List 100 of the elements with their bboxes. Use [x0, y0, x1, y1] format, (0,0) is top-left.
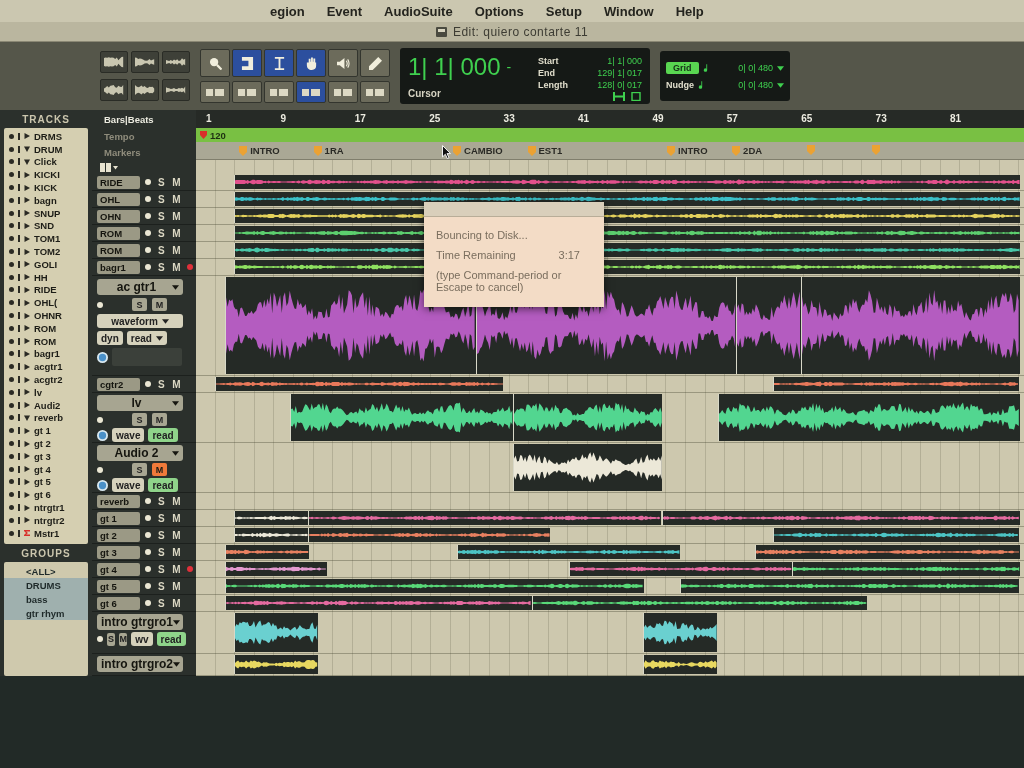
track-name-field[interactable]: gt 6	[97, 596, 141, 610]
track-name-field[interactable]: gt 4	[97, 562, 141, 576]
audio-clip[interactable]	[531, 596, 867, 610]
track-list-item[interactable]: bagr1	[34, 348, 60, 360]
audio-clip[interactable]	[457, 545, 681, 559]
grabber-tool-button[interactable]	[296, 49, 326, 77]
circle-icon[interactable]	[9, 377, 14, 383]
circle-icon[interactable]	[9, 505, 14, 510]
circle-icon[interactable]	[9, 210, 14, 216]
track-list-item[interactable]: acgtr1	[34, 361, 63, 373]
track-list-item[interactable]: SNUP	[34, 207, 61, 219]
mute-button[interactable]: M	[171, 597, 182, 609]
track-list-item[interactable]: gt 2	[34, 438, 51, 449]
track-name-field[interactable]: gt 3	[97, 545, 141, 559]
marker-icon[interactable]	[871, 145, 880, 155]
track-name-field[interactable]: ROM	[97, 226, 141, 240]
menu-item[interactable]: Help	[675, 3, 704, 19]
audio-clip[interactable]	[224, 545, 309, 559]
triangle-icon[interactable]	[24, 350, 30, 357]
circle-icon[interactable]	[9, 223, 14, 229]
marker-icon[interactable]	[667, 145, 675, 156]
circle-icon[interactable]	[9, 466, 14, 472]
mute-button[interactable]: M	[171, 210, 182, 222]
track-list-item[interactable]: KICK	[34, 182, 58, 194]
marker-label[interactable]: 2DA	[743, 145, 763, 156]
track-name-field[interactable]: OHN	[97, 209, 141, 223]
track-name-field[interactable]: ac gtr1	[97, 279, 183, 295]
track-list-item[interactable]: Click	[34, 156, 57, 168]
track-list-item[interactable]: gt 4	[34, 463, 51, 475]
marker-icon[interactable]	[732, 145, 741, 156]
marker-icon[interactable]	[313, 145, 322, 156]
triangle-icon[interactable]	[24, 312, 30, 319]
triangle-icon[interactable]	[24, 299, 30, 306]
solo-button[interactable]: S	[107, 632, 116, 646]
mute-button[interactable]: M	[171, 580, 182, 592]
track-name-field[interactable]: gt 5	[97, 579, 141, 593]
audio-clip[interactable]	[717, 394, 1020, 441]
circle-icon[interactable]	[9, 415, 14, 421]
circle-icon[interactable]	[9, 351, 14, 357]
mute-button[interactable]: M	[171, 495, 182, 507]
audio-clip[interactable]	[233, 175, 1020, 189]
view-button[interactable]: wv	[131, 632, 153, 646]
solo-button[interactable]: S	[132, 298, 147, 311]
group-item[interactable]: gtr rhym	[4, 606, 88, 620]
track-list-item[interactable]: acgtr2	[34, 374, 63, 386]
track-list-item[interactable]: DRUM	[34, 143, 63, 155]
triangle-icon[interactable]	[24, 440, 30, 447]
track-list-item[interactable]: Mstr1	[34, 527, 60, 539]
mute-button[interactable]: M	[171, 529, 182, 541]
track-list-item[interactable]: gt 5	[34, 476, 51, 488]
triangle-icon[interactable]	[24, 389, 30, 396]
track-name-field[interactable]: bagr1	[97, 260, 141, 274]
triangle-icon[interactable]	[24, 402, 30, 409]
solo-button[interactable]: S	[156, 546, 167, 558]
triangle-icon[interactable]	[24, 184, 30, 191]
marker-icon[interactable]	[453, 145, 462, 156]
track-name-field[interactable]: reverb	[97, 494, 141, 508]
scrub-tool-button[interactable]	[328, 49, 358, 77]
circle-icon[interactable]	[9, 530, 14, 536]
audio-clip[interactable]	[801, 277, 1021, 374]
triangle-icon[interactable]	[24, 427, 30, 434]
marker-label[interactable]: INTRO	[250, 145, 280, 156]
circle-icon[interactable]	[9, 300, 14, 306]
track-list-item[interactable]: bagn	[34, 194, 57, 206]
automation-button[interactable]: read	[148, 428, 178, 442]
triangle-icon[interactable]	[24, 414, 30, 421]
automation-button[interactable]: read	[156, 632, 186, 646]
circle-icon[interactable]	[9, 325, 14, 331]
track-name-field[interactable]: gt 1	[97, 511, 141, 525]
marker-label[interactable]: 1RA	[324, 145, 344, 156]
circle-icon[interactable]	[9, 274, 14, 280]
track-list-item[interactable]: HH	[34, 271, 48, 283]
circle-icon[interactable]	[9, 261, 14, 267]
edit-mode-button[interactable]	[200, 81, 230, 103]
triangle-icon[interactable]	[24, 338, 30, 345]
solo-button[interactable]: S	[156, 210, 167, 222]
track-list-item[interactable]: RIDE	[34, 284, 57, 296]
marker-icon[interactable]	[239, 145, 248, 156]
solo-button[interactable]: S	[156, 580, 167, 592]
solo-button[interactable]: S	[156, 244, 167, 256]
audio-clip[interactable]	[773, 377, 1020, 391]
grid-value[interactable]: 0| 0| 480	[738, 63, 773, 73]
solo-button[interactable]: S	[156, 597, 167, 609]
solo-button[interactable]: S	[132, 463, 147, 476]
track-name-field[interactable]: gt 2	[97, 528, 141, 542]
pencil-tool-button[interactable]	[360, 49, 390, 77]
triangle-icon[interactable]	[24, 274, 30, 281]
track-name-field[interactable]: cgtr2	[97, 377, 141, 391]
circle-icon[interactable]	[9, 133, 14, 139]
audio-clip[interactable]	[233, 613, 318, 652]
circle-icon[interactable]	[9, 197, 14, 203]
triangle-icon[interactable]	[24, 478, 30, 485]
track-list-item[interactable]: ntrgtr1	[34, 502, 65, 513]
circle-icon[interactable]	[9, 236, 14, 242]
group-item[interactable]: bass	[4, 592, 88, 606]
track-name-field[interactable]: Audio 2	[97, 445, 183, 461]
audio-clip[interactable]	[215, 377, 504, 391]
track-name-field[interactable]: ROM	[97, 243, 141, 257]
triangle-icon[interactable]	[24, 453, 30, 460]
edit-mode-button[interactable]	[264, 81, 294, 103]
